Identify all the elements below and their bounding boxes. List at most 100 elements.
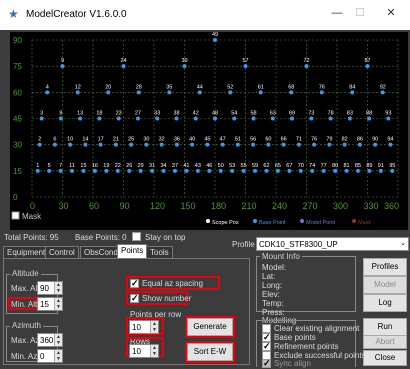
- y-tick-label: 15: [13, 167, 22, 176]
- altitude-group-title: Altitude: [10, 269, 41, 278]
- points-per-row-spinner[interactable]: ▲ ▼: [150, 321, 158, 333]
- min-az-input[interactable]: 0 ▲ ▼: [37, 349, 63, 363]
- point-label: 67: [286, 163, 292, 169]
- tab-control[interactable]: Control: [45, 246, 79, 258]
- chevron-down-icon: ⌄: [400, 240, 406, 247]
- model-point: [310, 168, 315, 173]
- point-label: 86: [357, 137, 363, 143]
- sky-chart-svg[interactable]: 90756045301500 30 60 90 120 150 180 210 240 270 30…: [10, 32, 408, 230]
- tab-tools[interactable]: Tools: [146, 246, 173, 258]
- model-point: [378, 168, 383, 173]
- point-label: 32: [159, 137, 165, 143]
- azimuth-group-title: Azimuth: [10, 321, 43, 330]
- close-button[interactable]: Close: [363, 350, 407, 366]
- rows-spinner[interactable]: ▲ ▼: [150, 345, 158, 357]
- point-label: 62: [263, 163, 269, 169]
- max-alt-input[interactable]: 90 ▲ ▼: [37, 281, 63, 295]
- total-points-label: Total Points: 95: [4, 233, 59, 242]
- point-label: 34: [160, 163, 166, 169]
- model-point: [207, 168, 212, 173]
- mount-model-field: Model:: [262, 263, 287, 272]
- sync-align-checkbox[interactable]: [262, 358, 271, 369]
- legend-marker: [300, 219, 304, 223]
- generate-button[interactable]: Generate: [187, 318, 233, 336]
- model-point: [155, 116, 160, 121]
- sky-chart[interactable]: 90 75 60 45 30 15 0 0 30 60 90 120 150 180 210 240 270 30…: [10, 32, 408, 230]
- model-button[interactable]: Model: [363, 276, 407, 294]
- close-window-button[interactable]: ✕: [383, 7, 399, 19]
- model-point: [52, 142, 57, 147]
- point-label: 15: [80, 163, 86, 169]
- log-button[interactable]: Log: [363, 294, 407, 312]
- max-az-spinner[interactable]: ▲ ▼: [54, 334, 62, 346]
- point-label: 72: [303, 58, 309, 64]
- point-label: 30: [143, 137, 149, 143]
- point-label: 57: [242, 58, 248, 64]
- model-point: [144, 142, 149, 147]
- model-point: [121, 64, 126, 69]
- max-az-input[interactable]: 360 ▲ ▼: [37, 333, 63, 347]
- point-label: 58: [250, 111, 256, 117]
- refinement-points-checkbox[interactable]: [262, 341, 271, 352]
- model-point: [70, 168, 75, 173]
- model-point: [235, 142, 240, 147]
- rows-input[interactable]: 10 ▲ ▼: [129, 344, 159, 358]
- point-label: 83: [347, 111, 353, 117]
- stay-on-top-checkbox[interactable]: [132, 232, 141, 241]
- model-point: [264, 168, 269, 173]
- model-point: [290, 116, 295, 121]
- x-tick-label: 60: [89, 201, 99, 211]
- point-label: 5: [48, 163, 51, 169]
- point-label: 43: [195, 163, 201, 169]
- x-tick-label: 0: [30, 201, 35, 211]
- max-alt-spinner[interactable]: ▲ ▼: [54, 282, 62, 294]
- legend-label: Scope Pos: [212, 220, 239, 226]
- minimize-button[interactable]: —: [329, 7, 345, 19]
- tab-obscond[interactable]: ObsCond: [80, 246, 122, 258]
- profile-select[interactable]: CDK10_STF8300_UP ⌄: [256, 237, 409, 251]
- point-label: 41: [183, 163, 189, 169]
- abort-button[interactable]: Abort: [363, 335, 407, 349]
- min-az-spinner[interactable]: ▲ ▼: [54, 350, 62, 362]
- point-label: 29: [138, 163, 144, 169]
- min-alt-spinner[interactable]: ▲ ▼: [54, 298, 62, 310]
- model-point: [129, 142, 134, 147]
- tab-points[interactable]: Points: [117, 244, 148, 258]
- point-label: 36: [174, 137, 180, 143]
- maximize-button[interactable]: ☐: [352, 7, 368, 19]
- sync-align-label: Sync align: [274, 359, 311, 368]
- point-label: 51: [235, 137, 241, 143]
- model-point: [182, 64, 187, 69]
- model-point: [104, 168, 109, 173]
- mount-lat-field: Lat:: [262, 272, 276, 281]
- point-label: 70: [298, 163, 304, 169]
- point-label: 47: [220, 137, 226, 143]
- model-point: [241, 168, 246, 173]
- point-label: 53: [229, 163, 235, 169]
- clear-alignment-label: Clear existing alignment: [274, 324, 360, 333]
- point-label: 24: [120, 58, 126, 64]
- legend-marker: [352, 219, 356, 223]
- run-button[interactable]: Run: [363, 318, 407, 336]
- show-number-checkbox[interactable]: [130, 293, 139, 304]
- legend-label: Base Point: [259, 220, 286, 226]
- model-point: [68, 142, 73, 147]
- model-point: [281, 142, 286, 147]
- sort-ew-button[interactable]: Sort E-W: [187, 343, 233, 361]
- points-per-row-input[interactable]: 10 ▲ ▼: [129, 320, 159, 334]
- model-point: [321, 168, 326, 173]
- point-label: 18: [96, 111, 102, 117]
- x-tick-label: 240: [272, 201, 287, 211]
- mask-checkbox: [11, 211, 20, 220]
- model-point: [328, 116, 333, 121]
- tab-equipment[interactable]: Equipment: [3, 246, 50, 258]
- min-alt-input[interactable]: 15 ▲ ▼: [37, 297, 63, 311]
- model-point: [232, 116, 237, 121]
- profile-value: CDK10_STF8300_UP: [259, 240, 338, 249]
- model-point: [350, 90, 355, 95]
- model-point: [159, 142, 164, 147]
- model-point: [195, 168, 200, 173]
- point-label: 63: [270, 111, 276, 117]
- profiles-button[interactable]: Profiles: [363, 258, 407, 276]
- equal-az-checkbox[interactable]: [130, 278, 139, 289]
